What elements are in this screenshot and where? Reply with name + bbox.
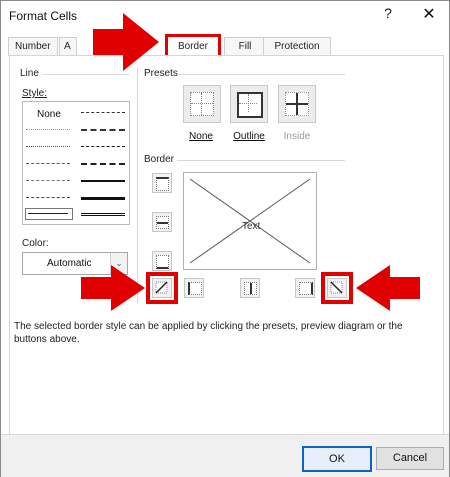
arrow-to-diagonal-down-icon bbox=[356, 265, 420, 311]
border-right-icon bbox=[299, 282, 313, 295]
border-top-button[interactable] bbox=[152, 173, 172, 193]
line-style-dashed[interactable] bbox=[26, 197, 70, 198]
presets-group-divider bbox=[179, 74, 345, 75]
cancel-button[interactable]: Cancel bbox=[376, 447, 444, 470]
border-top-icon bbox=[156, 177, 169, 191]
line-style-medium-dash-dot-dot[interactable] bbox=[81, 112, 125, 113]
border-inside-vertical-button[interactable] bbox=[240, 278, 260, 298]
border-right-button[interactable] bbox=[295, 278, 315, 298]
format-cells-dialog: Format Cells ? ✕ Number A Border Fill Pr… bbox=[0, 0, 450, 477]
border-group-divider bbox=[177, 160, 345, 161]
line-style-thin bbox=[28, 213, 68, 214]
line-style-dotted[interactable] bbox=[26, 146, 70, 147]
preset-outline-icon bbox=[237, 92, 263, 118]
description-text: The selected border style can be applied… bbox=[14, 321, 403, 345]
preset-none-button[interactable] bbox=[183, 85, 221, 123]
border-left-button[interactable] bbox=[184, 278, 204, 298]
line-style-medium-dash-dot[interactable] bbox=[81, 146, 125, 147]
line-style-none[interactable]: None bbox=[37, 109, 61, 120]
border-inside-horizontal-icon bbox=[156, 216, 169, 229]
preset-none-label: None bbox=[189, 131, 213, 142]
preset-outline-label: Outline bbox=[233, 131, 265, 142]
preset-inside-label: Inside bbox=[283, 131, 311, 142]
line-style-dash-dot[interactable] bbox=[26, 180, 70, 181]
line-style-slanted-dash-dot[interactable] bbox=[81, 129, 125, 131]
tab-protection[interactable]: Protection bbox=[263, 37, 331, 56]
arrow-to-border-tab-icon bbox=[93, 13, 159, 71]
line-style-medium[interactable] bbox=[81, 180, 125, 182]
style-label: Style: bbox=[22, 88, 48, 99]
line-style-thin-selected[interactable] bbox=[25, 208, 73, 220]
line-group-divider bbox=[43, 74, 129, 75]
preset-none-icon bbox=[190, 92, 214, 116]
tab-alignment[interactable]: A bbox=[59, 37, 77, 56]
line-style-medium-dashed[interactable] bbox=[81, 163, 125, 165]
close-button[interactable]: ✕ bbox=[419, 4, 439, 24]
preset-inside-icon bbox=[285, 92, 309, 116]
border-bottom-icon bbox=[156, 255, 169, 269]
line-style-dash-dot-dot[interactable] bbox=[26, 163, 70, 164]
dialog-title: Format Cells bbox=[9, 9, 78, 23]
line-style-list[interactable]: None bbox=[22, 101, 130, 225]
title-bar: Format Cells ? ✕ bbox=[1, 1, 449, 31]
preview-text: Text bbox=[242, 221, 261, 232]
border-inside-horizontal-button[interactable] bbox=[152, 212, 172, 232]
line-style-thick[interactable] bbox=[81, 197, 125, 200]
tab-number[interactable]: Number bbox=[8, 37, 58, 56]
line-style-hair[interactable] bbox=[26, 129, 70, 130]
border-inside-vertical-icon bbox=[244, 282, 257, 295]
border-left-icon bbox=[188, 282, 202, 295]
line-style-double[interactable] bbox=[81, 213, 125, 216]
line-group-label: Line bbox=[20, 68, 39, 79]
preset-inside-button[interactable] bbox=[278, 85, 316, 123]
highlight-diagonal-down bbox=[321, 272, 353, 304]
ok-button[interactable]: OK bbox=[302, 446, 372, 472]
color-label: Color: bbox=[22, 238, 49, 249]
border-group-label: Border bbox=[144, 154, 175, 165]
arrow-to-diagonal-up-icon bbox=[81, 265, 145, 311]
highlight-diagonal-up bbox=[146, 272, 178, 304]
border-preview[interactable]: Text bbox=[183, 172, 317, 270]
border-bottom-button[interactable] bbox=[152, 251, 172, 271]
tab-fill[interactable]: Fill bbox=[224, 37, 266, 56]
help-button[interactable]: ? bbox=[379, 5, 397, 25]
preset-outline-button[interactable] bbox=[230, 85, 268, 123]
